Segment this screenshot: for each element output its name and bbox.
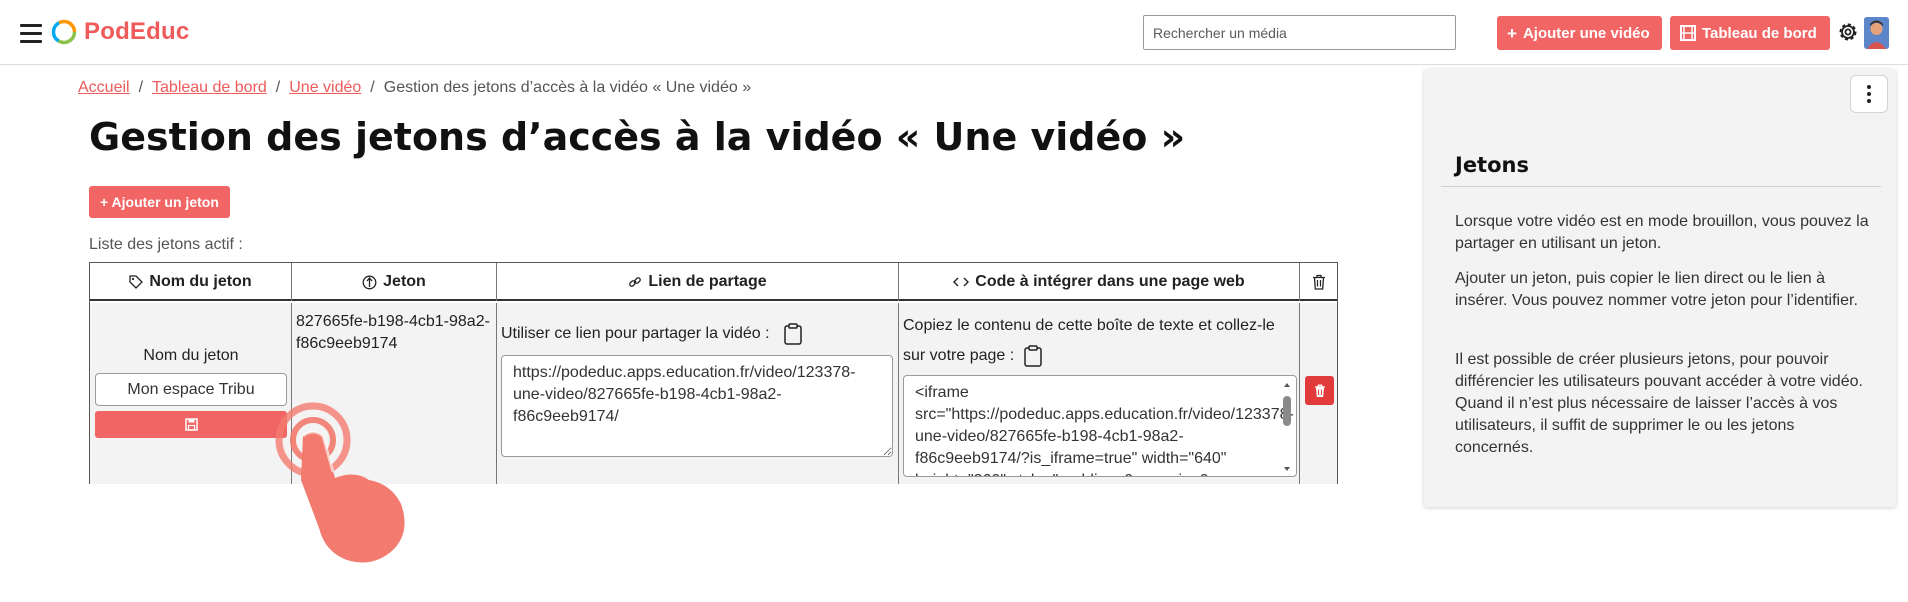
cell-embed-code: Copiez le contenu de cette boîte de text… xyxy=(899,303,1300,484)
save-token-name-button[interactable] xyxy=(95,411,287,438)
share-instructions: Utiliser ce lien pour partager la vidéo … xyxy=(501,323,802,345)
trash-icon xyxy=(1314,384,1325,397)
token-value: 827665fe-b198-4cb1-98a2-f86c9eeb9174 xyxy=(296,313,490,352)
kebab-icon[interactable] xyxy=(1850,75,1888,113)
cell-share-link: Utiliser ce lien pour partager la vidéo … xyxy=(497,303,899,484)
token-icon xyxy=(362,275,377,289)
tag-icon xyxy=(129,275,144,289)
breadcrumb-separator: / xyxy=(138,79,144,96)
embed-scrollbar[interactable] xyxy=(1282,382,1292,472)
column-header-delete xyxy=(1300,263,1338,301)
breadcrumb: Accueil / Tableau de bord / Une vidéo / … xyxy=(78,79,751,97)
token-name-label: Nom du jeton xyxy=(143,347,239,364)
code-icon xyxy=(953,277,970,287)
search-input[interactable] xyxy=(1143,15,1456,50)
film-icon xyxy=(1680,25,1696,41)
clipboard-icon[interactable] xyxy=(1024,345,1042,367)
breadcrumb-dashboard[interactable]: Tableau de bord xyxy=(152,79,267,97)
embed-instructions: Copiez le contenu de cette boîte de text… xyxy=(903,311,1295,371)
scrollbar-thumb[interactable] xyxy=(1283,396,1291,426)
dashboard-label: Tableau de bord xyxy=(1702,24,1817,42)
add-token-button[interactable]: + Ajouter un jeton xyxy=(89,186,230,218)
breadcrumb-home[interactable]: Accueil xyxy=(78,79,130,97)
menu-icon[interactable] xyxy=(20,24,42,43)
logo-icon[interactable] xyxy=(50,18,78,46)
add-video-label: Ajouter une vidéo xyxy=(1522,24,1650,42)
page-title: Gestion des jetons d’accès à la vidéo « … xyxy=(89,115,1186,159)
table-header: Nom du jeton Jeton Lien de partage Code … xyxy=(90,263,1337,301)
column-header-share: Lien de partage xyxy=(497,263,899,301)
help-paragraph: Lorsque votre vidéo est en mode brouillo… xyxy=(1455,213,1869,252)
help-paragraph: Ajouter un jeton, puis copier le lien di… xyxy=(1455,270,1858,309)
cell-token-name: Nom du jeton xyxy=(90,303,292,484)
add-video-button[interactable]: + Ajouter une vidéo xyxy=(1497,16,1662,50)
help-panel-title: Jetons xyxy=(1455,153,1529,177)
gear-icon[interactable] xyxy=(1836,20,1860,44)
top-navbar: PodEduc + Ajouter une vidéo Tableau de b… xyxy=(0,0,1908,65)
breadcrumb-current: Gestion des jetons d’accès à la vidéo « … xyxy=(383,79,752,96)
link-icon xyxy=(629,277,642,287)
breadcrumb-separator: / xyxy=(370,79,375,96)
embed-code-textarea[interactable]: <iframe src="https://podeduc.apps.educat… xyxy=(903,375,1297,477)
save-icon xyxy=(184,418,198,431)
breadcrumb-video[interactable]: Une vidéo xyxy=(289,79,361,97)
column-header-name: Nom du jeton xyxy=(90,263,292,301)
avatar[interactable] xyxy=(1864,17,1889,49)
table-row: Nom du jeton 827665fe-b198-4cb1-98a2-f86… xyxy=(90,303,1337,484)
token-list-label: Liste des jetons actif : xyxy=(89,236,243,253)
token-name-input[interactable] xyxy=(95,373,287,406)
trash-icon xyxy=(1313,274,1325,290)
share-link-textarea[interactable] xyxy=(501,355,893,457)
help-panel: Jetons Lorsque votre vidéo est en mode b… xyxy=(1424,69,1896,507)
breadcrumb-separator: / xyxy=(275,79,281,96)
brand-name[interactable]: PodEduc xyxy=(84,18,189,46)
delete-token-button[interactable] xyxy=(1305,376,1334,405)
plus-icon: + xyxy=(1507,23,1517,43)
tokens-table: Nom du jeton Jeton Lien de partage Code … xyxy=(89,262,1338,484)
cell-token-value: 827665fe-b198-4cb1-98a2-f86c9eeb9174 xyxy=(292,303,497,484)
column-header-embed: Code à intégrer dans une page web xyxy=(899,263,1300,301)
help-paragraph: Il est possible de créer plusieurs jeton… xyxy=(1455,351,1863,456)
dashboard-button[interactable]: Tableau de bord xyxy=(1670,16,1830,50)
cell-delete xyxy=(1300,303,1338,484)
clipboard-icon[interactable] xyxy=(783,323,802,345)
column-header-token: Jeton xyxy=(292,263,497,301)
divider xyxy=(1441,186,1881,187)
